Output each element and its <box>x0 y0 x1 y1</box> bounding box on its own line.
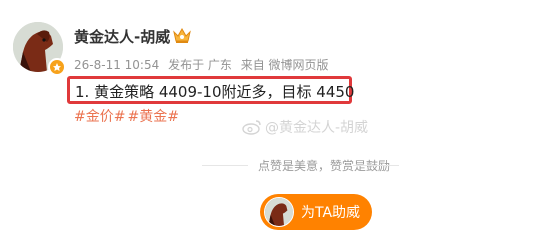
hashtag-gold[interactable]: #黄金# <box>127 109 178 125</box>
divider-right <box>353 165 399 166</box>
weibo-logo-icon <box>242 120 261 135</box>
post-source[interactable]: 来自 微博网页版 <box>241 58 329 72</box>
vip-badge-icon <box>48 58 66 76</box>
crown-icon <box>172 27 192 44</box>
reward-button[interactable]: 为TA助威 <box>260 194 372 230</box>
watermark-text: @黄金达人-胡威 <box>265 120 369 136</box>
post-text: 1. 黄金策略 4409-10附近多，目标 4450 <box>75 83 355 101</box>
hashtag-list: #金价# #黄金# <box>74 106 181 126</box>
post-location: 发布于 广东 <box>168 58 232 72</box>
divider-left <box>202 165 248 166</box>
author-name[interactable]: 黄金达人-胡威 <box>74 26 170 47</box>
hashtag-gold-price[interactable]: #金价# <box>74 109 125 125</box>
reward-button-label: 为TA助威 <box>301 205 361 221</box>
post-meta: 26-8-11 10:54 发布于 广东 来自 微博网页版 <box>74 56 334 73</box>
reward-author-avatar <box>264 197 294 227</box>
post-time[interactable]: 26-8-11 10:54 <box>74 58 159 72</box>
watermark: @黄金达人-胡威 <box>242 117 368 137</box>
